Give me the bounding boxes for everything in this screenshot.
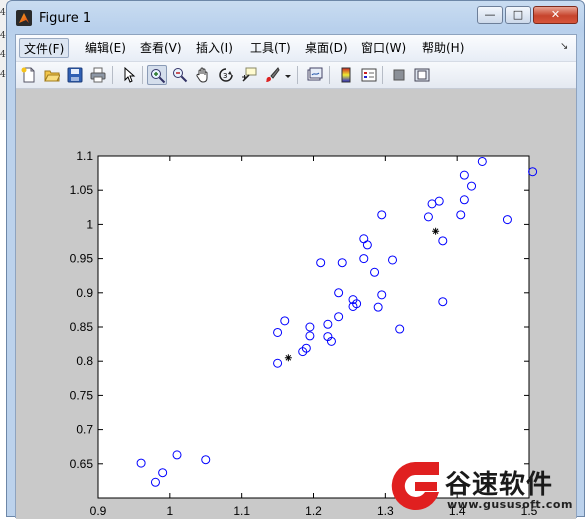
new-figure-icon[interactable] <box>19 65 39 85</box>
maximize-button[interactable]: □ <box>505 6 531 24</box>
toolbar-separator <box>142 66 143 84</box>
y-tick-label: 0.75 <box>70 388 94 402</box>
y-tick-label: 1.1 <box>76 149 93 163</box>
svg-text:3: 3 <box>223 72 227 80</box>
menu-window[interactable]: 窗口(W) <box>357 38 410 58</box>
hide-plot-tools-icon[interactable] <box>389 65 409 85</box>
x-tick-label: 1.2 <box>305 504 322 518</box>
toolbar-separator <box>112 66 113 84</box>
save-icon[interactable] <box>65 65 85 85</box>
data-point <box>528 167 538 177</box>
dock-arrow-icon[interactable]: ↘ <box>560 41 568 52</box>
window-title: Figure 1 <box>39 11 92 26</box>
watermark-logo: 谷速软件 www.gususoft.com <box>385 458 585 517</box>
menu-help[interactable]: 帮助(H) <box>418 38 468 58</box>
x-tick-label: 0.9 <box>90 504 107 518</box>
y-tick-label: 1 <box>86 217 93 231</box>
figure-window: Figure 1 — □ ✕ 文件(F) 编辑(E) 查看(V) 插入(I) 工… <box>6 0 585 519</box>
gususoft-logo-icon <box>391 462 439 510</box>
toolbar-separator <box>329 66 330 84</box>
colorbar-icon[interactable] <box>336 65 356 85</box>
title-bar[interactable]: Figure 1 — □ ✕ <box>7 1 584 35</box>
menu-file[interactable]: 文件(F) <box>19 38 70 58</box>
select-arrow-icon[interactable] <box>119 65 139 85</box>
menu-insert[interactable]: 插入(I) <box>192 38 237 58</box>
open-file-icon[interactable] <box>42 65 62 85</box>
matlab-logo-icon <box>16 10 32 26</box>
brush-icon[interactable] <box>262 65 282 85</box>
scatter-plot[interactable]: 0.9 1 1.1 1.2 1.3 1.4 1.50.650.70.750.80.850.9… <box>16 89 576 519</box>
y-tick-label: 0.8 <box>76 354 93 368</box>
menu-view[interactable]: 查看(V) <box>136 38 186 58</box>
print-icon[interactable] <box>88 65 108 85</box>
figure-canvas[interactable]: 0.9 1 1.1 1.2 1.3 1.4 1.5 0.65 0.7 0.75 0.8 0.85 0.9… <box>16 89 576 519</box>
toolbar-separator <box>297 66 298 84</box>
y-tick-label: 0.85 <box>70 320 94 334</box>
close-button[interactable]: ✕ <box>533 6 578 24</box>
link-plot-icon[interactable] <box>305 65 325 85</box>
menu-tools[interactable]: 工具(T) <box>246 38 295 58</box>
zoom-out-icon[interactable] <box>170 65 190 85</box>
menu-desktop[interactable]: 桌面(D) <box>301 38 352 58</box>
y-tick-label: 0.7 <box>76 423 93 437</box>
client-area: 文件(F) 编辑(E) 查看(V) 插入(I) 工具(T) 桌面(D) 窗口(W… <box>15 34 577 519</box>
pan-hand-icon[interactable] <box>193 65 213 85</box>
x-tick-label: 1.1 <box>233 504 250 518</box>
toolbar-separator <box>382 66 383 84</box>
brush-dropdown-icon[interactable] <box>282 65 292 85</box>
data-cursor-icon[interactable] <box>239 65 259 85</box>
menu-edit[interactable]: 编辑(E) <box>81 38 130 58</box>
y-tick-label: 0.65 <box>70 457 94 471</box>
y-tick-label: 0.9 <box>76 286 93 300</box>
zoom-in-icon[interactable] <box>147 65 167 85</box>
minimize-button[interactable]: — <box>477 6 503 24</box>
watermark-url: www.gususoft.com <box>447 498 573 511</box>
watermark-brand: 谷速软件 <box>445 470 554 500</box>
x-tick-label: 1 <box>166 504 173 518</box>
rotate-3d-icon[interactable]: 3 <box>216 65 236 85</box>
y-tick-label: 0.95 <box>70 252 94 266</box>
figure-toolbar: 3 <box>16 62 576 89</box>
y-tick-label: 1.05 <box>70 183 94 197</box>
centroid-star <box>432 227 440 235</box>
show-plot-tools-icon[interactable] <box>412 65 432 85</box>
legend-icon[interactable] <box>359 65 379 85</box>
menu-bar: 文件(F) 编辑(E) 查看(V) 插入(I) 工具(T) 桌面(D) 窗口(W… <box>16 35 576 62</box>
